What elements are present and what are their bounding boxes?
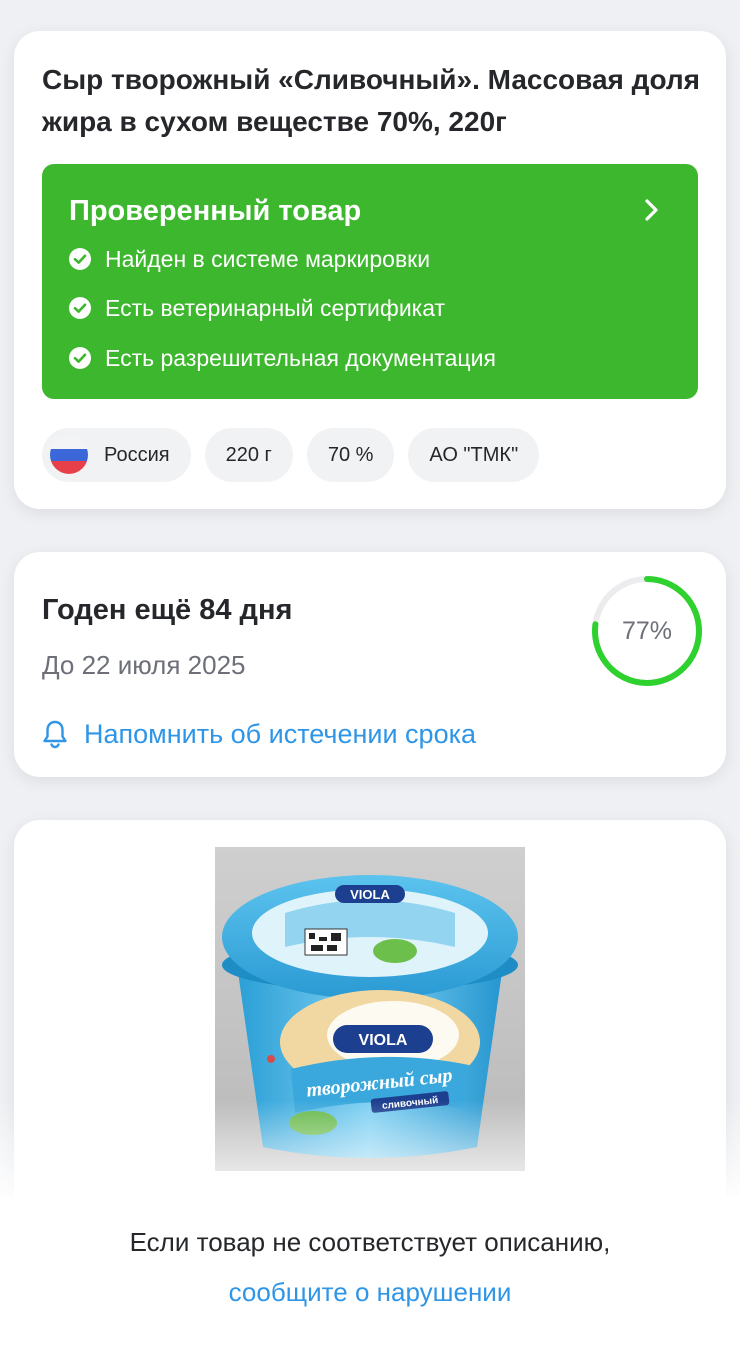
country-label: Россия	[104, 443, 170, 466]
expiry-title: Годен ещё 84 дня	[42, 594, 293, 626]
verified-title: Проверенный товар	[69, 195, 362, 227]
progress-label: 77%	[621, 616, 673, 645]
verified-item: Есть ветеринарный сертификат	[69, 293, 445, 323]
shelf-life-progress-ring: 77%	[590, 574, 704, 688]
product-card: Сыр творожный «Сливочный». Массовая доля…	[14, 31, 726, 509]
verified-item: Есть разрешительная документация	[69, 343, 496, 373]
report-text: Если товар не соответствует описанию,	[129, 1227, 611, 1257]
bell-icon	[43, 720, 67, 749]
product-attributes: Россия 220 г 70 % АО "ТМК"	[42, 428, 540, 482]
remind-expiry-button[interactable]: Напомнить об истечении срока	[42, 717, 476, 751]
verified-item-label: Есть ветеринарный сертификат	[105, 295, 446, 321]
expiry-card: Годен ещё 84 дня До 22 июля 2025 77% Нап…	[14, 552, 726, 777]
report-violation-link[interactable]: сообщите о нарушении	[0, 1274, 740, 1310]
country-chip[interactable]: Россия	[42, 428, 191, 482]
bottom-fade	[0, 1100, 740, 1196]
expiry-date: До 22 июля 2025	[42, 650, 246, 680]
check-circle-icon	[69, 347, 91, 369]
svg-text:VIOLA: VIOLA	[359, 1032, 408, 1049]
chevron-right-icon	[645, 199, 658, 221]
svg-text:VIOLA: VIOLA	[350, 887, 390, 902]
check-circle-icon	[69, 248, 91, 270]
verified-item: Найден в системе маркировки	[69, 244, 430, 274]
russia-flag-icon	[50, 436, 88, 474]
fat-chip[interactable]: 70 %	[306, 428, 395, 482]
weight-chip[interactable]: 220 г	[204, 428, 293, 482]
producer-chip[interactable]: АО "ТМК"	[408, 428, 540, 482]
report-section: Если товар не соответствует описанию, со…	[0, 1196, 740, 1364]
remind-label: Напомнить об истечении срока	[84, 719, 477, 749]
verified-item-label: Есть разрешительная документация	[105, 345, 496, 371]
verified-product-banner[interactable]: Проверенный товар Найден в системе марки…	[42, 164, 698, 399]
verified-item-label: Найден в системе маркировки	[105, 246, 431, 272]
check-circle-icon	[69, 297, 91, 319]
product-title: Сыр творожный «Сливочный». Массовая доля…	[42, 64, 700, 137]
